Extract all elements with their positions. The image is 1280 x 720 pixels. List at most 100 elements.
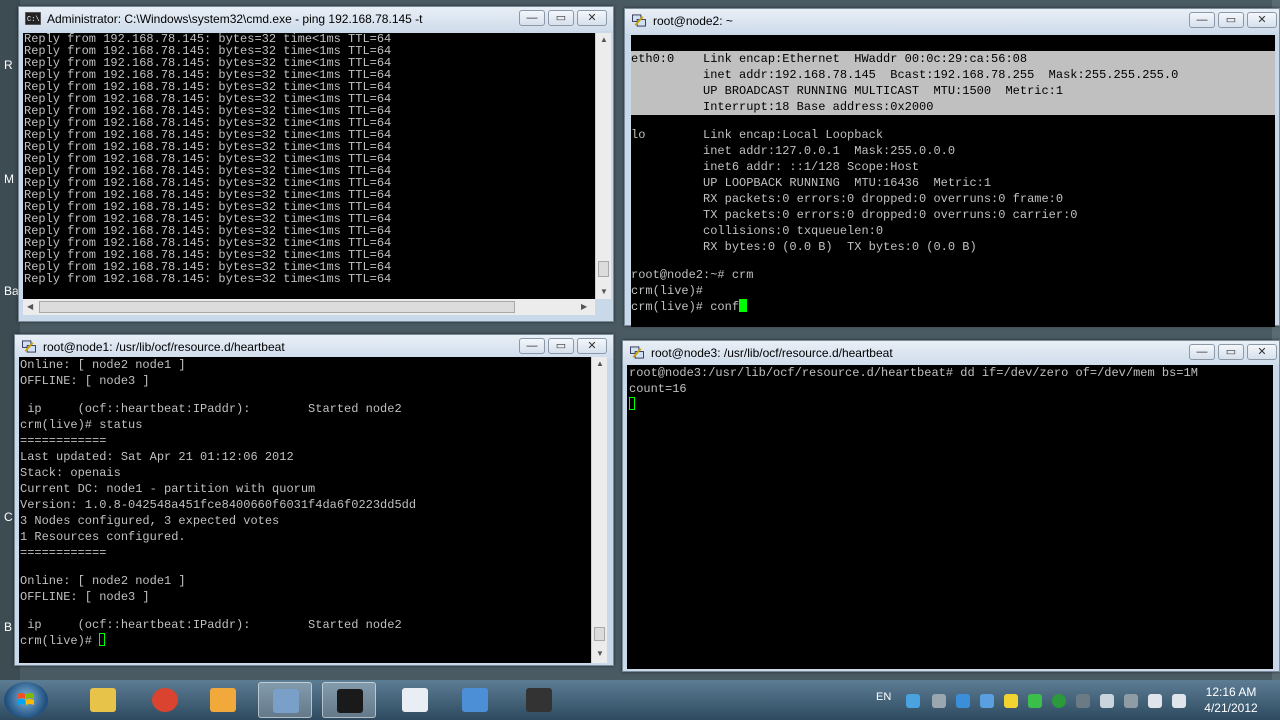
taskbar-document-button[interactable] [388, 682, 442, 718]
cmd-window[interactable]: C:\ Administrator: C:\Windows\system32\c… [18, 6, 614, 322]
clock-date: 4/21/2012 [1204, 701, 1258, 715]
scroll-thumb[interactable] [39, 301, 515, 313]
taskbar-chrome-button[interactable] [138, 682, 192, 718]
maximize-button[interactable]: ▭ [548, 338, 574, 354]
taskbar-usb-device-button[interactable] [512, 682, 566, 718]
taskbar-snipping-tool-button[interactable] [76, 682, 130, 718]
node3-window-title: root@node3: /usr/lib/ocf/resource.d/hear… [651, 346, 893, 360]
terminal-line: Reply from 192.168.78.145: bytes=32 time… [24, 272, 392, 286]
minimize-button[interactable]: — [519, 10, 545, 26]
clock[interactable]: 12:16 AM 4/21/2012 [1196, 684, 1266, 716]
terminal-line: root@node2:~# crm [631, 268, 754, 282]
cmd-console[interactable]: Reply from 192.168.78.145: bytes=32 time… [23, 33, 595, 299]
cmd-vertical-scrollbar[interactable]: ▲ ▼ [595, 33, 611, 299]
terminal-line: Current DC: node1 - partition with quoru… [20, 482, 316, 496]
terminal-line: Stack: openais [20, 466, 121, 480]
cmd-icon [337, 689, 363, 713]
language-indicator[interactable]: EN [876, 691, 891, 703]
putty-icon [630, 346, 644, 359]
taskbar-cmd-button[interactable] [322, 682, 376, 718]
terminal-line: inet addr:192.168.78.145 Bcast:192.168.7… [631, 68, 1179, 82]
putty-icon [632, 14, 646, 27]
terminal-line: Online: [ node2 node1 ] [20, 358, 186, 372]
tray-keyboard-icon[interactable] [1076, 694, 1090, 708]
node1-terminal[interactable]: Online: [ node2 node1 ] OFFLINE: [ node3 … [19, 357, 591, 663]
desktop-icon-label: C [4, 510, 13, 524]
windows-logo-icon [18, 693, 34, 705]
scroll-down-arrow[interactable]: ▼ [600, 287, 608, 296]
tray-printer-icon[interactable] [1124, 694, 1138, 708]
cmd-horizontal-scrollbar[interactable]: ◀ ▶ [23, 299, 595, 315]
maximize-button[interactable]: ▭ [548, 10, 574, 26]
scroll-thumb[interactable] [594, 627, 605, 641]
putty-icon [22, 340, 36, 353]
text-cursor [99, 633, 106, 646]
scroll-down-arrow[interactable]: ▼ [596, 649, 604, 658]
maximize-button[interactable]: ▭ [1218, 12, 1244, 28]
node2-window-title: root@node2: ~ [653, 14, 733, 28]
scroll-right-arrow[interactable]: ▶ [581, 302, 587, 311]
tray-update-icon[interactable] [1052, 694, 1066, 708]
volume-icon[interactable] [1172, 694, 1186, 708]
cmd-icon: C:\ [25, 12, 41, 25]
desktop-icon-label: B [4, 620, 13, 634]
node1-vertical-scrollbar[interactable]: ▲ ▼ [591, 357, 607, 663]
close-button[interactable]: ✕ [1247, 12, 1277, 28]
folder-icon [210, 688, 236, 712]
network-icon [462, 688, 488, 712]
tray-battery-icon[interactable] [1100, 694, 1114, 708]
terminal-line: ============ [20, 546, 107, 560]
svg-text:C:\: C:\ [27, 16, 40, 24]
node2-titlebar[interactable]: root@node2: ~ — ▭ ✕ [625, 9, 1279, 33]
crm-prompt: crm(live)# [631, 300, 711, 314]
terminal-line: lo Link encap:Local Loopback [631, 128, 884, 142]
tray-wifi-icon[interactable] [980, 694, 994, 708]
close-button[interactable]: ✕ [577, 338, 607, 354]
node1-window-title: root@node1: /usr/lib/ocf/resource.d/hear… [43, 340, 285, 354]
putty-node3-window[interactable]: root@node3: /usr/lib/ocf/resource.d/hear… [622, 340, 1280, 672]
close-button[interactable]: ✕ [577, 10, 607, 26]
tray-app-icon[interactable] [932, 694, 946, 708]
terminal-line: UP BROADCAST RUNNING MULTICAST MTU:1500 … [631, 84, 1064, 98]
tray-message-icon[interactable] [1004, 694, 1018, 708]
tray-security-icon[interactable] [1028, 694, 1042, 708]
tray-network-icon[interactable] [906, 694, 920, 708]
terminal-line: inet addr:127.0.0.1 Mask:255.0.0.0 [631, 144, 956, 158]
minimize-button[interactable]: — [519, 338, 545, 354]
start-button[interactable] [4, 682, 48, 718]
putty-node2-window[interactable]: root@node2: ~ — ▭ ✕ eth0:0 Link encap:Ethe… [624, 8, 1280, 327]
node3-titlebar[interactable]: root@node3: /usr/lib/ocf/resource.d/hear… [623, 341, 1279, 365]
node3-terminal[interactable]: root@node3:/usr/lib/ocf/resource.d/heart… [627, 365, 1273, 669]
scroll-up-arrow[interactable]: ▲ [600, 35, 608, 44]
usb-device-icon [526, 688, 552, 712]
desktop-icon-label: R [4, 58, 13, 72]
scroll-thumb[interactable] [598, 261, 609, 277]
terminal-line: root@node3:/usr/lib/ocf/resource.d/heart… [629, 366, 1198, 380]
crm-prompt: crm(live)# [20, 634, 100, 648]
taskbar-putty-button[interactable] [258, 682, 312, 718]
node2-terminal[interactable]: eth0:0 Link encap:Ethernet HWaddr 00:0c:… [631, 35, 1275, 327]
putty-node1-window[interactable]: root@node1: /usr/lib/ocf/resource.d/hear… [14, 334, 614, 666]
scroll-up-arrow[interactable]: ▲ [596, 359, 604, 368]
node1-titlebar[interactable]: root@node1: /usr/lib/ocf/resource.d/hear… [15, 335, 613, 359]
text-cursor [629, 397, 635, 410]
terminal-line: ip (ocf::heartbeat:IPaddr): Started node… [20, 402, 402, 416]
tray-display-icon[interactable] [1148, 694, 1162, 708]
terminal-line: Online: [ node2 node1 ] [20, 574, 186, 588]
tray-skype-icon[interactable] [956, 694, 970, 708]
terminal-line: RX bytes:0 (0.0 B) TX bytes:0 (0.0 B) [631, 240, 977, 254]
taskbar-network-button[interactable] [448, 682, 502, 718]
minimize-button[interactable]: — [1189, 344, 1215, 360]
scroll-left-arrow[interactable]: ◀ [27, 302, 33, 311]
terminal-line: TX packets:0 errors:0 dropped:0 overruns… [631, 208, 1078, 222]
maximize-button[interactable]: ▭ [1218, 344, 1244, 360]
close-button[interactable]: ✕ [1247, 344, 1277, 360]
cmd-titlebar[interactable]: C:\ Administrator: C:\Windows\system32\c… [19, 7, 613, 31]
taskbar-folder-button[interactable] [196, 682, 250, 718]
minimize-button[interactable]: — [1189, 12, 1215, 28]
terminal-line: collisions:0 txqueuelen:0 [631, 224, 884, 238]
